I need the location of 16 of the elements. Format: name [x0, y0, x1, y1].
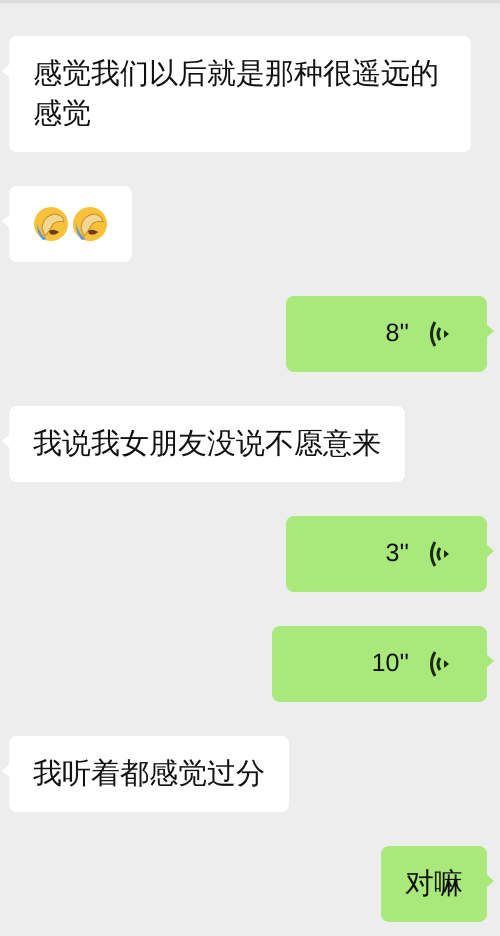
bubble-tail [486, 544, 494, 558]
facepalm-icon [72, 206, 108, 242]
facepalm-icon [33, 206, 69, 242]
bubble-tail [486, 654, 494, 668]
message-bubble: 对嘛 [381, 846, 487, 922]
message-bubble: 我说我女朋友没说不愿意来 [9, 406, 405, 482]
message-bubble: 我听着都感觉过分 [9, 736, 289, 812]
voice-message[interactable]: 8'' [286, 296, 487, 372]
voice-message[interactable]: 3'' [286, 516, 487, 592]
bubble-tail [486, 874, 494, 888]
voice-icon [429, 539, 451, 569]
voice-message[interactable]: 10'' [272, 626, 487, 702]
voice-icon [429, 649, 451, 679]
message-bubble: 感觉我们以后就是那种很遥远的感觉 [9, 36, 471, 152]
voice-icon [429, 319, 451, 349]
bubble-tail [486, 324, 494, 338]
